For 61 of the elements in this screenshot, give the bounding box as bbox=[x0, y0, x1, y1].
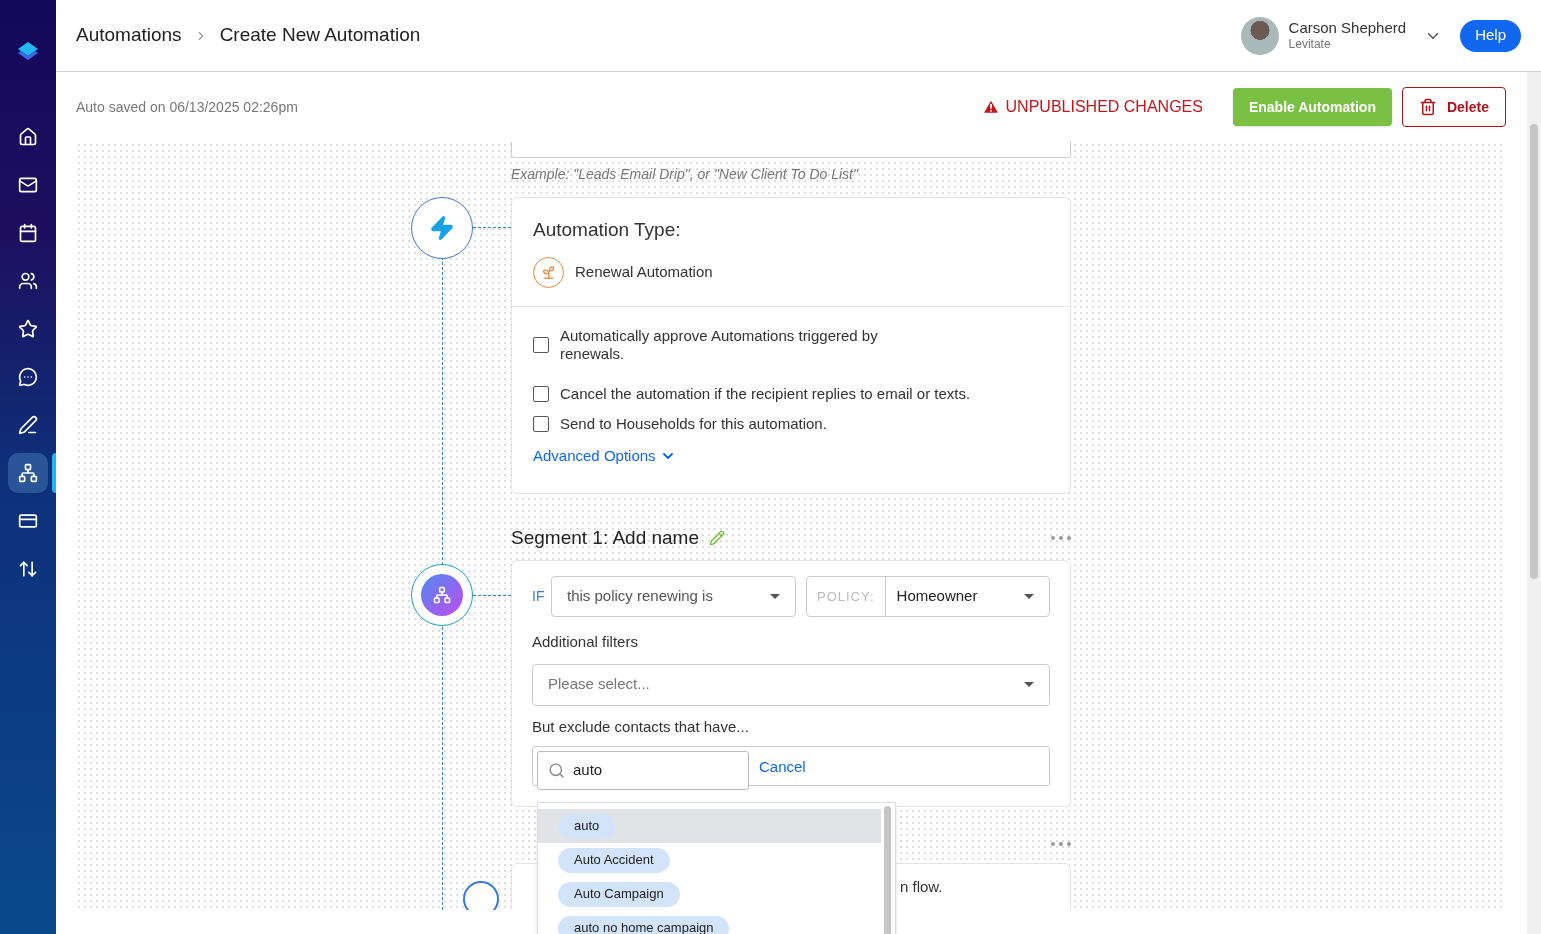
step-node bbox=[463, 881, 499, 910]
advanced-options-link[interactable]: Advanced Options bbox=[533, 444, 676, 467]
policy-label: POLICY: bbox=[807, 577, 886, 616]
lightning-icon bbox=[429, 215, 455, 241]
home-icon bbox=[18, 127, 38, 147]
calendar-icon bbox=[18, 223, 38, 243]
chat-icon bbox=[18, 367, 38, 387]
active-indicator bbox=[52, 453, 56, 493]
card-icon bbox=[18, 511, 38, 531]
mail-icon bbox=[18, 175, 38, 195]
avatar bbox=[1240, 16, 1279, 55]
tag-chip: auto bbox=[558, 813, 616, 839]
status-text: UNPUBLISHED CHANGES bbox=[1005, 97, 1203, 117]
suggestion-item[interactable]: auto bbox=[538, 809, 881, 843]
more-icon[interactable] bbox=[1051, 842, 1071, 846]
star-icon bbox=[18, 319, 38, 339]
exclude-label: But exclude contacts that have... bbox=[532, 716, 750, 737]
delete-button[interactable]: Delete bbox=[1401, 87, 1506, 127]
search-field[interactable]: auto bbox=[537, 751, 749, 790]
policy-value: Homeowner bbox=[895, 586, 978, 607]
hierarchy-icon bbox=[421, 574, 463, 616]
tag-chip: Auto Campaign bbox=[558, 881, 680, 907]
search-icon bbox=[548, 762, 565, 779]
suggestion-item[interactable]: Auto Campaign bbox=[538, 877, 881, 911]
policy-dropdown[interactable]: POLICY: Homeowner bbox=[806, 576, 1050, 617]
help-button[interactable]: Help bbox=[1460, 19, 1521, 52]
scrollbar[interactable] bbox=[1527, 72, 1541, 934]
trash-icon bbox=[1418, 98, 1437, 116]
warning-icon bbox=[981, 98, 1000, 116]
more-icon[interactable] bbox=[1051, 536, 1071, 540]
if-label: IF bbox=[532, 587, 546, 606]
arrows-icon bbox=[18, 559, 38, 579]
user-name: Carson Shepherd bbox=[1288, 19, 1407, 36]
tag-chip: Auto Accident bbox=[558, 847, 670, 873]
sidebar-item[interactable] bbox=[8, 453, 48, 493]
user-organization: Levitate bbox=[1288, 35, 1332, 52]
checkbox[interactable] bbox=[533, 415, 549, 432]
field-hint: Example: "Leads Email Drip", or "New Client To Do List" bbox=[511, 165, 860, 184]
suggestion-item[interactable]: Auto Accident bbox=[538, 843, 881, 877]
card-title: Automation Type: bbox=[533, 218, 682, 242]
page-title: Create New Automation bbox=[219, 23, 421, 48]
checkbox-label: Automatically approve Automations triggered by renewals. bbox=[560, 326, 879, 363]
cancel-link[interactable]: Cancel bbox=[759, 756, 806, 779]
filters-label: Additional filters bbox=[532, 632, 639, 652]
hierarchy-icon bbox=[18, 463, 38, 483]
automation-type: Renewal Automation bbox=[575, 261, 713, 282]
checkbox[interactable] bbox=[533, 336, 549, 353]
filters-dropdown[interactable]: Please select... bbox=[532, 663, 1050, 706]
pen-icon bbox=[18, 415, 38, 435]
caret-icon bbox=[770, 593, 780, 600]
breadcrumb-link[interactable]: Automations bbox=[76, 21, 182, 50]
condition-dropdown[interactable]: this policy renewing is bbox=[551, 576, 796, 617]
checkbox[interactable] bbox=[533, 385, 549, 402]
caret-icon bbox=[1024, 681, 1034, 688]
checkbox-label: Cancel the automation if the recipient replies to email or texts. bbox=[560, 384, 971, 403]
autosave-text: Auto saved on 06/13/2025 02:26pm bbox=[76, 97, 298, 117]
caret-icon bbox=[1024, 593, 1034, 600]
step-text: n flow. bbox=[900, 877, 943, 897]
checkbox-label: Send to Households for this automation. bbox=[560, 414, 827, 433]
people-icon bbox=[18, 271, 38, 291]
segment-title: Segment 1: Add name bbox=[511, 525, 699, 550]
